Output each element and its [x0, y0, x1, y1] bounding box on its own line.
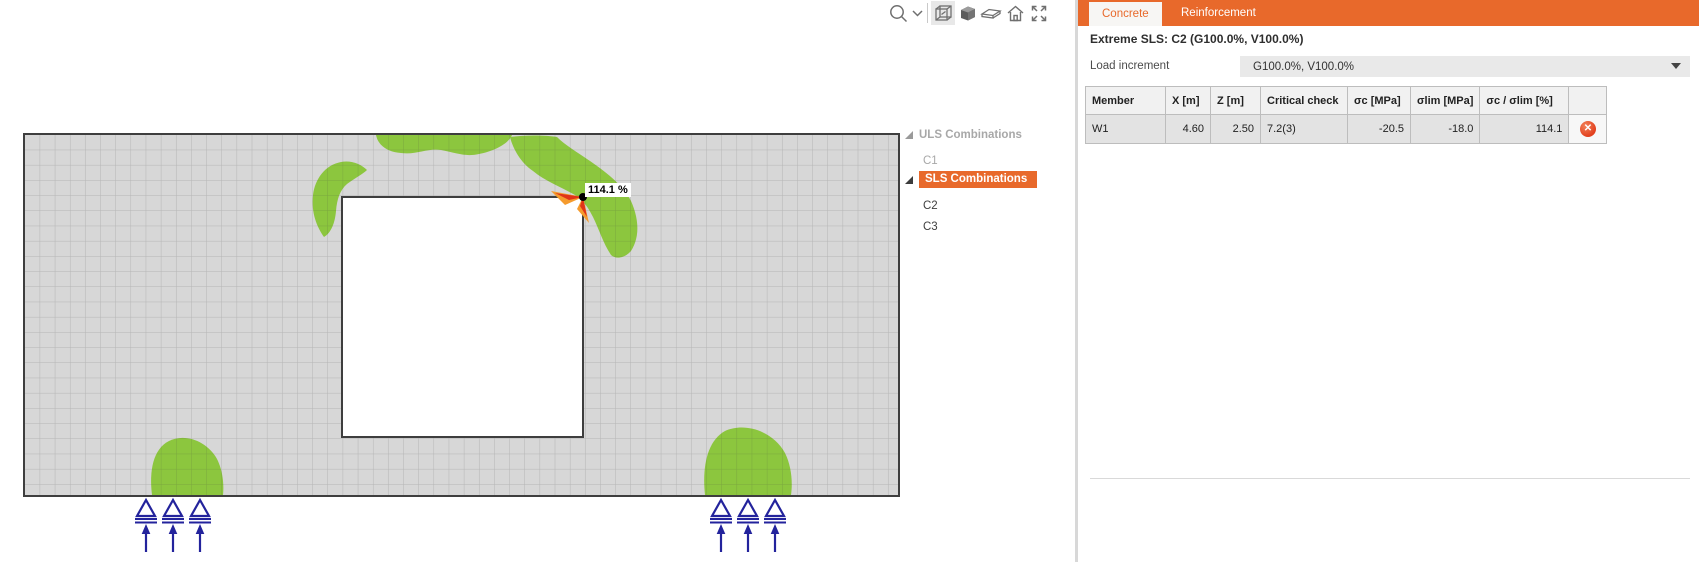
cell-critical-check: 7.2(3): [1260, 114, 1348, 144]
load-increment-value: G100.0%, V100.0%: [1253, 60, 1355, 73]
load-increment-select[interactable]: G100.0%, V100.0%: [1240, 56, 1690, 77]
home-view-icon[interactable]: [1003, 1, 1027, 25]
fit-to-screen-icon[interactable]: [1027, 1, 1051, 25]
reaction-arrows-left: [141, 524, 205, 534]
model-canvas[interactable]: 114.1 % ULS Combinations C1 SLS Combinat…: [0, 0, 1076, 562]
extreme-result-title: Extreme SLS: C2 (G100.0%, V100.0%): [1090, 32, 1304, 46]
tree-item-c2[interactable]: C2: [923, 196, 938, 215]
panel-divider-line: [1090, 478, 1690, 479]
support-group-right: [710, 497, 786, 552]
chevron-down-icon: [1671, 63, 1681, 69]
zoom-dropdown-chevron-icon[interactable]: [910, 1, 924, 25]
slab-view-icon[interactable]: [979, 1, 1003, 25]
tree-item-uls-combinations[interactable]: ULS Combinations: [905, 125, 1022, 144]
toolbar-separator: [927, 3, 928, 23]
critical-value-flag: 114.1 %: [585, 183, 631, 197]
results-table-header-row: Member X [m] Z [m] Critical check σc [MP…: [1085, 86, 1608, 115]
cell-ratio: 114.1: [1479, 114, 1570, 144]
tree-expand-icon[interactable]: [905, 130, 913, 139]
col-header-member[interactable]: Member: [1085, 86, 1166, 115]
tree-expand-icon[interactable]: [905, 175, 913, 184]
col-header-status: [1568, 86, 1608, 115]
tree-item-sls-combinations[interactable]: SLS Combinations: [905, 170, 1037, 189]
cell-status: ✕: [1568, 114, 1608, 144]
table-row[interactable]: W1 4.60 2.50 7.2(3) -20.5 -18.0 114.1 ✕: [1085, 114, 1608, 144]
load-increment-label: Load increment: [1090, 60, 1170, 72]
results-tabbar: Concrete Reinforcement: [1078, 0, 1699, 26]
tree-item-c1[interactable]: C1: [923, 151, 938, 170]
view-toolbar: [886, 1, 1051, 25]
col-header-sigma-lim[interactable]: σlim [MPa]: [1409, 86, 1481, 115]
zoom-icon[interactable]: [886, 1, 910, 25]
cell-z: 2.50: [1210, 114, 1261, 144]
check-failed-icon: ✕: [1579, 121, 1596, 137]
tree-item-c3[interactable]: C3: [923, 217, 938, 236]
cell-x: 4.60: [1165, 114, 1211, 144]
col-header-sigma-c[interactable]: σc [MPa]: [1347, 86, 1411, 115]
results-table: Member X [m] Z [m] Critical check σc [MP…: [1085, 86, 1608, 144]
cell-sigma-c: -20.5: [1347, 114, 1411, 144]
col-header-ratio[interactable]: σc / σlim [%]: [1479, 86, 1570, 115]
col-header-x[interactable]: X [m]: [1165, 86, 1211, 115]
check-results-overlay: [25, 135, 898, 495]
cell-member: W1: [1085, 114, 1166, 144]
wireframe-view-icon[interactable]: [931, 1, 955, 25]
col-header-z[interactable]: Z [m]: [1210, 86, 1261, 115]
results-panel: Concrete Reinforcement Extreme SLS: C2 (…: [1078, 0, 1699, 562]
solid-view-icon[interactable]: [955, 1, 979, 25]
col-header-critical-check[interactable]: Critical check: [1260, 86, 1348, 115]
cell-sigma-lim: -18.0: [1409, 114, 1481, 144]
tab-reinforcement[interactable]: Reinforcement: [1168, 0, 1269, 26]
wall-member[interactable]: [23, 133, 900, 497]
tab-concrete[interactable]: Concrete: [1089, 2, 1162, 26]
wall-opening: [341, 196, 584, 438]
reaction-arrows-right: [716, 524, 780, 534]
support-group-left: [135, 497, 211, 552]
